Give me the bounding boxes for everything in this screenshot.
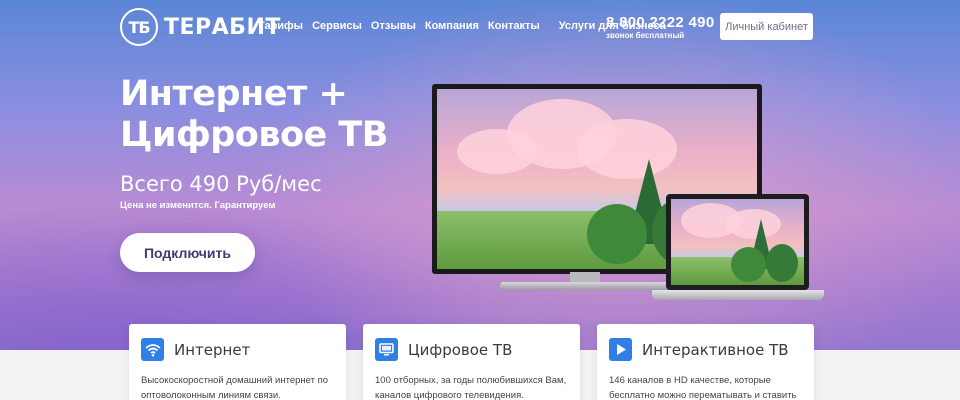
nav-item-tariffs[interactable]: Тарифы (258, 20, 303, 32)
nav-item-company[interactable]: Компания (425, 20, 479, 32)
nav-item-contacts[interactable]: Контакты (488, 20, 540, 32)
cloud-shape (457, 129, 537, 174)
tv-icon (375, 338, 398, 361)
wifi-icon (141, 338, 164, 361)
hero-title: Интернет + Цифровое ТВ (120, 74, 389, 156)
nav-item-reviews[interactable]: Отзывы (371, 20, 416, 32)
personal-cabinet-button[interactable]: Личный кабинет (720, 13, 813, 40)
laptop-image (666, 194, 809, 290)
card-description: Высокоскоростной домашний интернет по оп… (141, 375, 329, 400)
main-nav: Тарифы Сервисы Отзывы Компания Контакты … (258, 20, 666, 32)
laptop-screen (671, 199, 804, 285)
hero-title-line-2: Цифровое ТВ (120, 115, 389, 155)
play-icon (609, 338, 632, 361)
laptop-base (652, 290, 824, 300)
logo-mark-icon: ТБ (120, 8, 158, 46)
card-header: Интернет (141, 338, 334, 361)
tv-stand-base (499, 282, 671, 290)
card-title: Цифровое ТВ (408, 340, 513, 359)
service-card-interactive-tv[interactable]: Интерактивное ТВ 146 каналов в HD качест… (597, 324, 814, 400)
phone-block: 8 800 2222 490 звонок бесплатный (606, 14, 714, 40)
hero-title-line-1: Интернет + (120, 74, 348, 114)
connect-button[interactable]: Подключить (120, 233, 255, 272)
hero-section: ТБ ТЕРАБИТ Тарифы Сервисы Отзывы Компани… (0, 0, 960, 350)
price-text: Всего 490 Руб/мес (120, 172, 322, 196)
nav-item-services[interactable]: Сервисы (312, 20, 362, 32)
logo[interactable]: ТБ ТЕРАБИТ (120, 8, 281, 46)
card-title: Интерактивное ТВ (642, 340, 789, 359)
card-header: Интерактивное ТВ (609, 338, 802, 361)
card-description: 146 каналов в HD качестве, которые беспл… (609, 375, 797, 400)
bush-shape (731, 247, 766, 282)
bush-shape (766, 244, 798, 282)
service-card-digital-tv[interactable]: Цифровое ТВ 100 отборных, за годы полюби… (363, 324, 580, 400)
guarantee-text: Цена не изменится. Гарантируем (120, 200, 276, 211)
phone-number[interactable]: 8 800 2222 490 (606, 14, 714, 31)
bush-shape (587, 204, 647, 264)
card-title: Интернет (174, 340, 251, 359)
service-card-internet[interactable]: Интернет Высокоскоростной домашний интер… (129, 324, 346, 400)
card-header: Цифровое ТВ (375, 338, 568, 361)
phone-note: звонок бесплатный (606, 31, 685, 40)
card-description: 100 отборных, за годы полюбившихся Вам, … (375, 375, 567, 400)
